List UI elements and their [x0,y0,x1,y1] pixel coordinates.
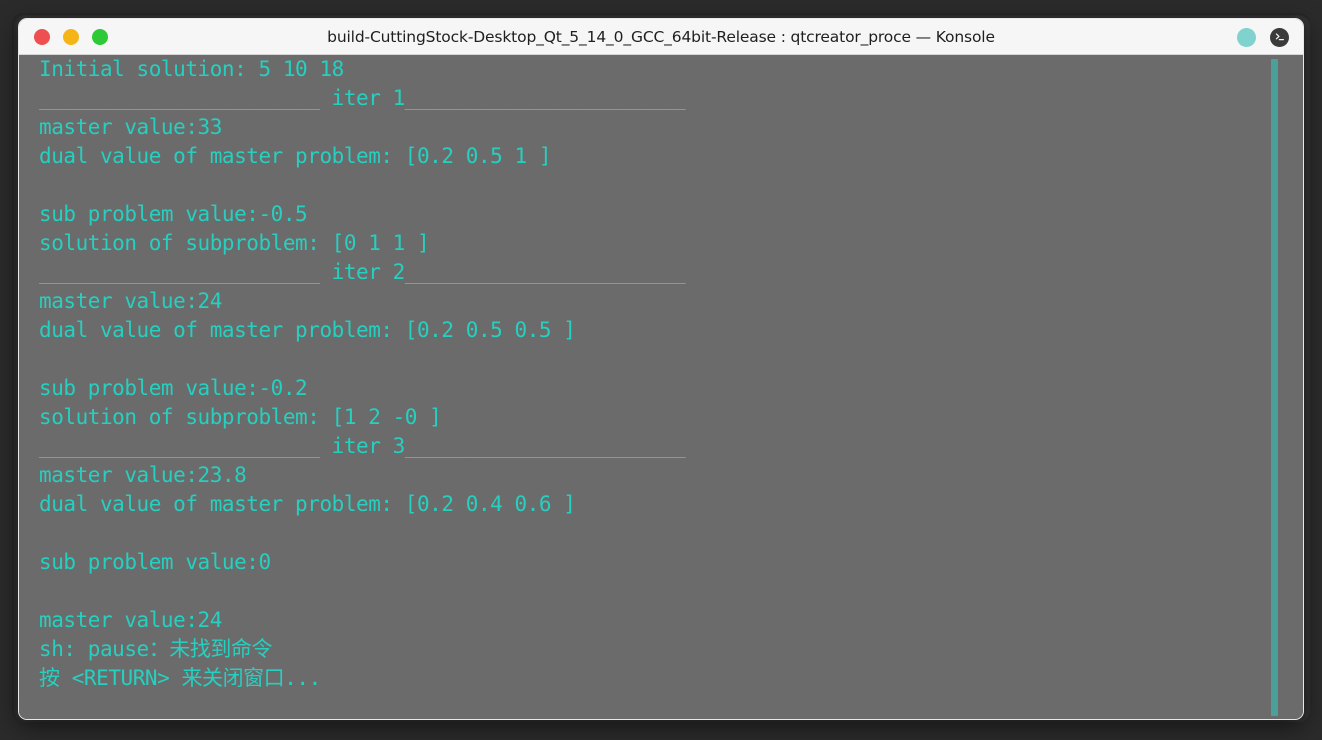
window-titlebar[interactable]: build-CuttingStock-Desktop_Qt_5_14_0_GCC… [19,19,1303,55]
window-title: build-CuttingStock-Desktop_Qt_5_14_0_GCC… [327,27,995,46]
terminal-line: master value:24 [39,289,222,313]
terminal-line: _______________________ iter 1__________… [39,86,686,110]
terminal-line: sub problem value:-0.2 [39,376,308,400]
window-controls [34,19,108,55]
terminal-scrollbar-track[interactable] [1271,55,1292,719]
terminal-output-area[interactable]: Initial solution: 5 10 18 _______________… [19,55,1303,719]
session-indicator-icon[interactable] [1237,27,1256,47]
terminal-prompt-icon[interactable] [1270,27,1289,47]
minimize-button[interactable] [63,29,79,45]
terminal-line: dual value of master problem: [0.2 0.5 0… [39,318,576,342]
terminal-line: sub problem value:-0.5 [39,202,308,226]
desktop-background: build-CuttingStock-Desktop_Qt_5_14_0_GCC… [0,0,1322,740]
terminal-text: Initial solution: 5 10 18 _______________… [39,55,1273,719]
maximize-button[interactable] [92,29,108,45]
terminal-scrollbar-thumb[interactable] [1271,59,1278,716]
terminal-line: Initial solution: 5 10 18 [39,57,344,81]
konsole-window: build-CuttingStock-Desktop_Qt_5_14_0_GCC… [18,18,1304,720]
terminal-line: dual value of master problem: [0.2 0.5 1… [39,144,552,168]
terminal-line: solution of subproblem: [0 1 1 ] [39,231,430,255]
terminal-line: _______________________ iter 3__________… [39,434,686,458]
terminal-line: sh: pause：未找到命令 [39,637,273,661]
terminal-line: _______________________ iter 2__________… [39,260,686,284]
terminal-line: solution of subproblem: [1 2 -0 ] [39,405,442,429]
close-button[interactable] [34,29,50,45]
terminal-line: 按 <RETURN> 来关闭窗口... [39,666,321,690]
terminal-line: dual value of master problem: [0.2 0.4 0… [39,492,576,516]
titlebar-right-icons [1237,19,1289,55]
terminal-line: sub problem value:0 [39,550,271,574]
terminal-line: master value:33 [39,115,222,139]
terminal-line: master value:24 [39,608,222,632]
terminal-line: master value:23.8 [39,463,247,487]
